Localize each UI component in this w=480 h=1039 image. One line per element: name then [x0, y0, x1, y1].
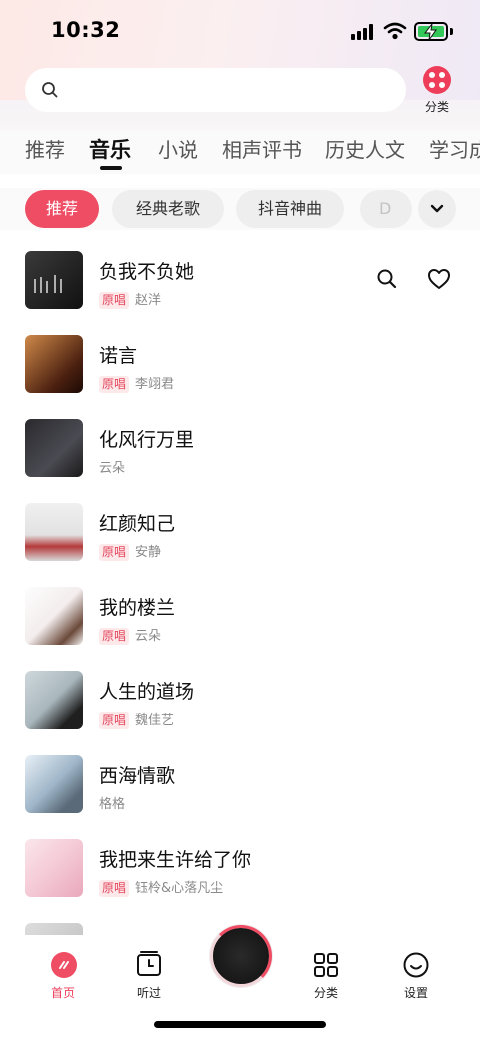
- home-icon: [51, 952, 77, 978]
- song-title: 我把来生许给了你: [99, 849, 252, 871]
- song-row[interactable]: 化风行万里 云朵: [0, 408, 480, 492]
- song-artist: 云朵: [135, 629, 162, 644]
- tab-crosstalk[interactable]: 相声评书: [222, 134, 302, 163]
- nav-home-label: 首页: [50, 986, 75, 1000]
- top-tabs: 推荐 音乐 小说 相声评书 历史人文 学习成: [0, 130, 480, 174]
- album-cover: [25, 419, 83, 477]
- song-row[interactable]: 我的楼兰 原唱 云朵: [0, 576, 480, 660]
- tab-study[interactable]: 学习成: [429, 134, 480, 163]
- song-list: 负我不负她 原唱 赵洋 诺言 原唱 李翊君 化风行万里 云朵 红颜知己 原唱 安静 我…: [0, 240, 480, 935]
- original-badge: 原唱: [99, 544, 130, 561]
- nav-history-label: 听过: [136, 986, 161, 1000]
- charging-bolt-icon: [424, 24, 437, 40]
- song-title: 西海情歌: [99, 765, 176, 787]
- song-row[interactable]: 红颜知己 原唱 安静: [0, 492, 480, 576]
- song-title: 化风行万里: [99, 429, 195, 451]
- song-artist: 安静: [135, 545, 162, 560]
- album-cover: [25, 587, 83, 645]
- nav-settings[interactable]: 设置: [386, 944, 446, 1004]
- status-time: 10:32: [51, 18, 121, 42]
- status-bar: 10:32: [0, 0, 480, 64]
- album-cover: [25, 671, 83, 729]
- song-artist: 李翊君: [135, 377, 175, 392]
- original-badge: 原唱: [99, 880, 130, 897]
- nav-category-label: 分类: [313, 986, 338, 1000]
- song-meta: 云朵: [99, 457, 126, 476]
- song-artist: 格格: [99, 797, 126, 812]
- tab-recommend[interactable]: 推荐: [25, 134, 65, 163]
- song-title: 诺言: [99, 345, 138, 367]
- song-artist: 魏佳艺: [135, 713, 175, 728]
- song-row[interactable]: 诺言 原唱 李翊君: [0, 324, 480, 408]
- tab-history[interactable]: 历史人文: [325, 134, 405, 163]
- filter-chips: 推荐 经典老歌 抖音神曲 D: [0, 188, 480, 230]
- song-meta: 原唱 安静: [99, 541, 162, 561]
- active-tab-indicator: [100, 166, 122, 170]
- original-badge: 原唱: [99, 628, 130, 645]
- song-meta: 原唱 钰柃&心落凡尘: [99, 877, 224, 897]
- tab-novel[interactable]: 小说: [158, 134, 198, 163]
- album-cover: [25, 923, 83, 935]
- song-row[interactable]: 我把来生许给了你 原唱 钰柃&心落凡尘: [0, 828, 480, 912]
- album-cover: [25, 839, 83, 897]
- row-actions: [376, 268, 451, 294]
- wifi-icon: [383, 22, 407, 40]
- song-meta: 格格: [99, 793, 126, 812]
- history-icon: [137, 951, 161, 976]
- battery-tip: [450, 28, 453, 35]
- home-indicator: [154, 1021, 326, 1028]
- original-badge: 原唱: [99, 712, 130, 729]
- search-icon[interactable]: [376, 268, 398, 290]
- album-cover: [25, 251, 83, 309]
- chevron-down-icon: [430, 204, 444, 213]
- expand-chips-button[interactable]: [418, 190, 456, 228]
- playback-progress-ring: [210, 925, 272, 987]
- original-badge: 原唱: [99, 376, 130, 393]
- category-grid-icon: [423, 66, 451, 94]
- song-artist: 赵洋: [135, 293, 162, 308]
- nav-category[interactable]: 分类: [296, 944, 356, 1004]
- chip-recommend[interactable]: 推荐: [25, 190, 99, 228]
- grid-icon: [314, 953, 338, 977]
- category-label: 分类: [424, 100, 449, 114]
- category-button[interactable]: 分类: [420, 66, 454, 116]
- song-row[interactable]: 负我不负她 原唱 赵洋: [0, 240, 480, 324]
- nav-history[interactable]: 听过: [119, 944, 179, 1004]
- tab-music[interactable]: 音乐: [89, 134, 131, 164]
- search-icon: [42, 82, 58, 98]
- heart-icon[interactable]: [427, 268, 451, 290]
- song-meta: 原唱 李翊君: [99, 373, 175, 393]
- song-artist: 云朵: [99, 461, 126, 476]
- song-title: 负我不负她: [99, 261, 195, 283]
- song-title: 人生的道场: [99, 681, 195, 703]
- song-row[interactable]: 西海情歌 格格: [0, 744, 480, 828]
- chip-classic-oldies[interactable]: 经典老歌: [112, 190, 224, 228]
- search-input[interactable]: [25, 68, 406, 112]
- cellular-signal-icon: [351, 24, 375, 40]
- chip-more[interactable]: D: [360, 190, 412, 228]
- song-artist: 钰柃&心落凡尘: [135, 881, 224, 896]
- chip-douyin-hits[interactable]: 抖音神曲: [236, 190, 344, 228]
- song-meta: 原唱 魏佳艺: [99, 709, 175, 729]
- song-title: 我的楼兰: [99, 597, 176, 619]
- original-badge: 原唱: [99, 292, 130, 309]
- smile-settings-icon: [403, 952, 429, 978]
- song-row[interactable]: 人生的道场 原唱 魏佳艺: [0, 660, 480, 744]
- nav-settings-label: 设置: [403, 986, 428, 1000]
- song-meta: 原唱 赵洋: [99, 289, 162, 309]
- album-cover: [25, 755, 83, 813]
- album-cover: [25, 503, 83, 561]
- nav-home[interactable]: 首页: [33, 944, 93, 1004]
- album-cover: [25, 335, 83, 393]
- song-meta: 原唱 云朵: [99, 625, 162, 645]
- song-title: 红颜知己: [99, 513, 176, 535]
